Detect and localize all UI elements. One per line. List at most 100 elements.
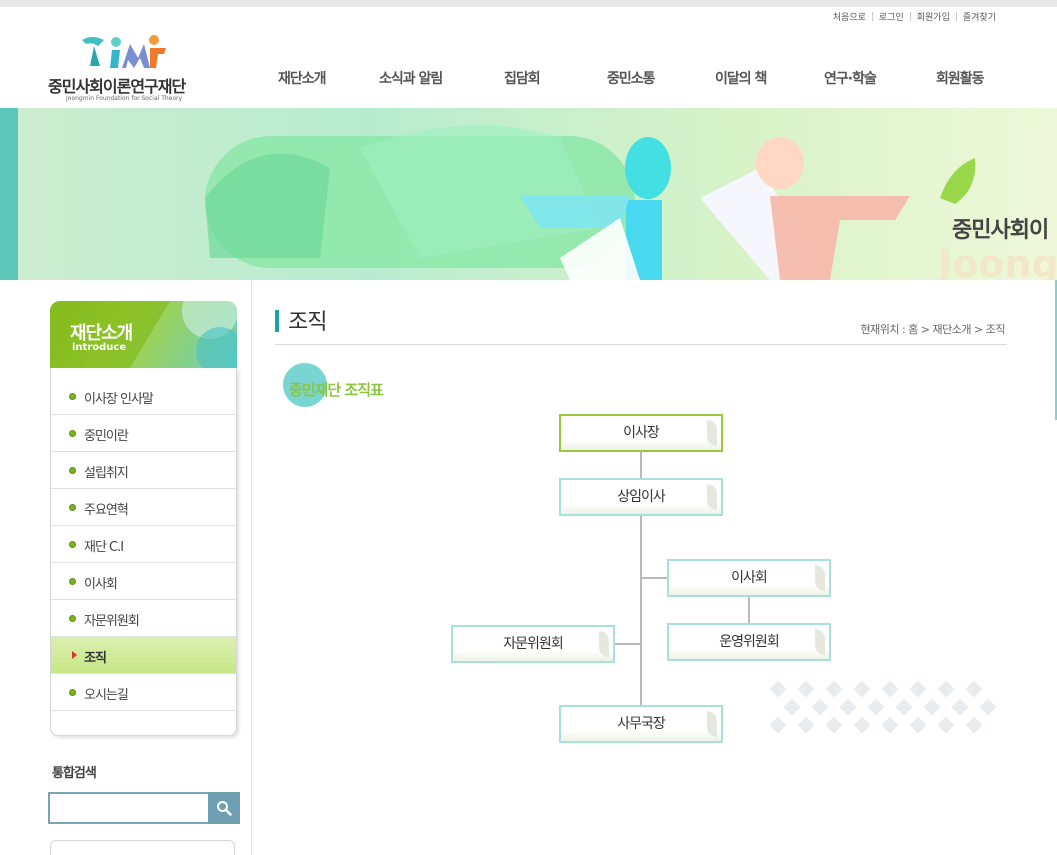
lnb-item-label: 조직 (84, 651, 107, 666)
decor-diamond (783, 698, 801, 716)
search-button[interactable] (208, 792, 240, 824)
logo-name: 중민사회이론연구재단 (48, 77, 186, 96)
utility-links: 처음으로 로그인 회원가입 즐겨찾기 (827, 10, 1002, 23)
lnb-item-greeting[interactable]: 이사장 인사말 (51, 378, 236, 415)
search-icon (217, 801, 232, 816)
decor-diamond (797, 680, 815, 698)
lnb-item-label: 이사회 (84, 577, 118, 592)
org-box-label: 사무국장 (617, 716, 666, 732)
decor-diamond (909, 680, 927, 698)
org-connector (642, 577, 668, 579)
logo-mark-icon (82, 35, 166, 68)
lnb-item-organization[interactable]: 조직 (51, 637, 236, 674)
decor-diamond (769, 716, 787, 734)
decor-diamond (881, 716, 899, 734)
decor-diamond (853, 716, 871, 734)
org-box-label: 자문위원회 (503, 636, 563, 652)
leaf-icon (815, 565, 825, 591)
org-box-label: 상임이사 (617, 489, 666, 505)
bullet-icon (69, 615, 76, 622)
org-box-advisory-committee: 자문위원회 (451, 625, 615, 663)
org-box-label: 운영위원회 (719, 634, 779, 650)
top-strip (0, 0, 1057, 7)
bullet-icon (69, 430, 76, 437)
org-box-secretary-general: 사무국장 (559, 705, 723, 743)
util-link-join[interactable]: 회원가입 (911, 10, 956, 23)
decor-diamond (811, 698, 829, 716)
org-box-board: 이사회 (667, 559, 831, 597)
decor-diamond (923, 698, 941, 716)
lnb-item-label: 자문위원회 (84, 614, 140, 629)
decor-diamond (881, 680, 899, 698)
bullet-icon (69, 504, 76, 511)
leaf-icon (815, 629, 825, 655)
lnb-bottom-banner (50, 840, 235, 855)
global-nav: 재단소개 소식과 알림 집담회 중민소통 이달의 책 연구·학술 회원활동 (270, 68, 1010, 92)
lnb-item-ci[interactable]: 재단 C.I (51, 526, 236, 563)
decor-diamond (769, 680, 787, 698)
decor-diamond (853, 680, 871, 698)
search-input[interactable] (48, 792, 208, 824)
decor-diamond (937, 680, 955, 698)
lnb-item-directions[interactable]: 오시는길 (51, 674, 236, 711)
lnb-menu: 이사장 인사말 중민이란 설립취지 주요연혁 재단 C.I 이사회 자문위원회 … (50, 368, 237, 736)
lnb-item-label: 재단 C.I (84, 540, 124, 555)
lnb-item-about-joongmin[interactable]: 중민이란 (51, 415, 236, 452)
decor-diamond (965, 716, 983, 734)
gnb-item-foundation[interactable]: 재단소개 (278, 68, 327, 88)
lnb-item-purpose[interactable]: 설립취지 (51, 452, 236, 489)
decor-diamond (979, 698, 997, 716)
org-box-standing-director: 상임이사 (559, 478, 723, 516)
org-connector (748, 596, 750, 624)
decor-diamond (839, 698, 857, 716)
org-box-label: 이사장 (623, 425, 660, 441)
lnb-item-label: 설립취지 (84, 466, 129, 481)
gnb-item-news[interactable]: 소식과 알림 (379, 68, 443, 88)
decor-diamond (895, 698, 913, 716)
leaf-icon (707, 420, 717, 446)
lnb-item-history[interactable]: 주요연혁 (51, 489, 236, 526)
decor-diamond (825, 680, 843, 698)
bullet-icon (69, 393, 76, 400)
lnb-header: 재단소개 introduce (50, 301, 237, 368)
gnb-item-research[interactable]: 연구·학술 (824, 68, 877, 88)
gnb-item-members[interactable]: 회원활동 (936, 68, 985, 88)
active-arrow-icon (72, 651, 77, 659)
gnb-item-seminar[interactable]: 집담회 (504, 68, 541, 88)
decor-diamond (909, 716, 927, 734)
lnb-item-board[interactable]: 이사회 (51, 563, 236, 600)
bullet-icon (69, 689, 76, 696)
util-link-favorite[interactable]: 즐겨찾기 (957, 10, 1002, 23)
banner-art (205, 125, 976, 280)
decor-diamond (867, 698, 885, 716)
gnb-item-communication[interactable]: 중민소통 (607, 68, 656, 88)
decor-diamond (797, 716, 815, 734)
logo-subtitle: Joongmin Foundation for Social Theory (66, 95, 183, 102)
leaf-icon (707, 484, 717, 510)
org-connector (640, 515, 642, 706)
main-banner: 중민사회이 Joong (0, 108, 1057, 280)
leaf-icon (707, 711, 717, 737)
site-logo[interactable]: 중민사회이론연구재단 Joongmin Foundation for Socia… (48, 28, 193, 108)
content-divider (251, 280, 252, 855)
org-box-chairman: 이사장 (559, 414, 723, 452)
lnb-item-label: 중민이란 (84, 429, 129, 444)
breadcrumb: 현재위치 : 홈 > 재단소개 > 조직 (860, 323, 1006, 336)
gnb-item-book[interactable]: 이달의 책 (715, 68, 767, 88)
decor-diamond (951, 698, 969, 716)
org-connector (615, 643, 640, 645)
util-link-home[interactable]: 처음으로 (827, 10, 872, 23)
util-link-login[interactable]: 로그인 (873, 10, 910, 23)
bullet-icon (69, 467, 76, 474)
leaf-icon (599, 631, 609, 657)
banner-eng-text: Joong (938, 242, 1057, 280)
bullet-icon (69, 578, 76, 585)
lnb-subtitle: introduce (72, 342, 127, 353)
section-title: 중민재단 조직표 (289, 381, 384, 399)
lnb-item-advisory[interactable]: 자문위원회 (51, 600, 236, 637)
decor-diamond (825, 716, 843, 734)
search-title: 통합검색 (52, 766, 97, 781)
bullet-icon (69, 541, 76, 548)
org-connector (640, 451, 642, 479)
org-box-label: 이사회 (731, 570, 768, 586)
